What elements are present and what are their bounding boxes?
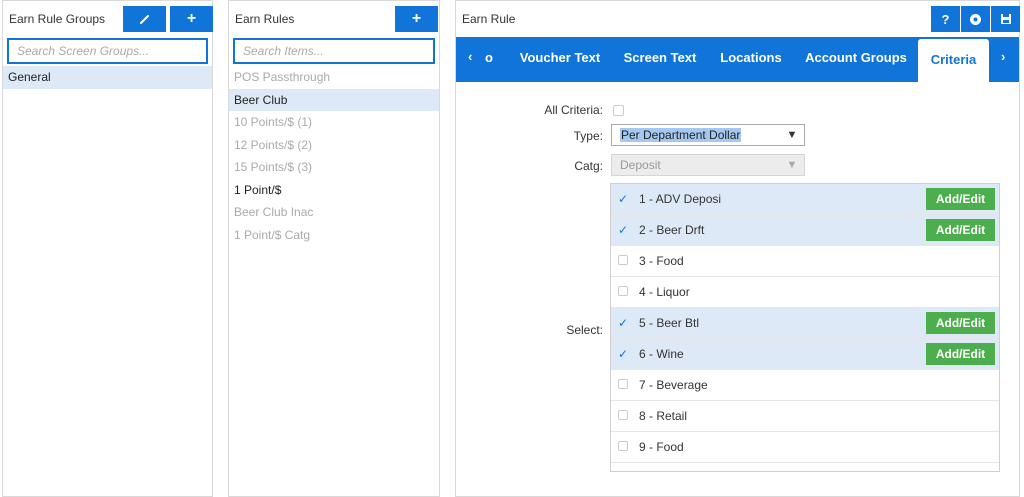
all-criteria-checkbox[interactable] bbox=[613, 105, 624, 116]
tab-scroll-left-button[interactable]: ‹ bbox=[468, 37, 472, 82]
save-icon bbox=[1000, 14, 1011, 24]
tab-account-groups[interactable]: Account Groups bbox=[800, 37, 912, 82]
criteria-select-list[interactable]: ✓ 1 - ADV Deposi Add/Edit ✓ 2 - Beer Drft Add… bbox=[610, 183, 1000, 472]
rules-panel-header: Earn Rules + bbox=[229, 1, 439, 35]
help-icon: ? bbox=[941, 11, 950, 27]
rule-list-item[interactable]: Beer Club Inac bbox=[229, 201, 439, 224]
tab-screen-text[interactable]: Screen Text bbox=[616, 37, 704, 82]
criteria-checkbox[interactable] bbox=[618, 379, 628, 389]
rules-list: POS Passthrough Beer Club 10 Points/$ (1) 1… bbox=[229, 66, 439, 246]
criteria-row[interactable]: 9 - Food bbox=[611, 432, 999, 463]
tab-criteria[interactable]: Criteria bbox=[918, 39, 989, 82]
criteria-row-label: 2 - Beer Drft bbox=[639, 223, 705, 237]
criteria-row-label: 5 - Beer Btl bbox=[639, 316, 700, 330]
rules-panel-title: Earn Rules bbox=[235, 12, 295, 26]
criteria-row[interactable]: ✓ 5 - Beer Btl Add/Edit bbox=[611, 308, 999, 339]
add-edit-button[interactable]: Add/Edit bbox=[926, 343, 995, 365]
criteria-row[interactable]: 7 - Beverage bbox=[611, 370, 999, 401]
rule-list-item[interactable]: 1 Point/$ bbox=[229, 179, 439, 202]
checkmark-icon[interactable]: ✓ bbox=[618, 224, 630, 236]
group-list-item[interactable]: General bbox=[3, 66, 212, 89]
checkmark-icon[interactable]: ✓ bbox=[618, 348, 630, 360]
criteria-checkbox[interactable] bbox=[618, 255, 628, 265]
checkmark-icon[interactable]: ✓ bbox=[618, 317, 630, 329]
add-rule-button[interactable]: + bbox=[395, 6, 438, 32]
tab-bar: ‹ o Voucher Text Screen Text Locations A… bbox=[456, 37, 1019, 82]
chevron-right-icon: › bbox=[1001, 49, 1006, 64]
add-edit-button[interactable]: Add/Edit bbox=[926, 312, 995, 334]
criteria-row[interactable]: ✓ 1 - ADV Deposi Add/Edit bbox=[611, 184, 999, 215]
criteria-row-label: 1 - ADV Deposi bbox=[639, 192, 722, 206]
earn-rule-groups-panel: Earn Rule Groups + General bbox=[2, 0, 213, 497]
earn-rule-title: Earn Rule bbox=[462, 12, 516, 26]
criteria-row[interactable]: ✓ 6 - Wine Add/Edit bbox=[611, 339, 999, 370]
criteria-checkbox[interactable] bbox=[618, 410, 628, 420]
earn-rule-header: Earn Rule ? bbox=[456, 1, 1020, 35]
save-disk-icon bbox=[970, 13, 981, 25]
all-criteria-label: All Criteria: bbox=[544, 103, 603, 117]
criteria-row-label: 6 - Wine bbox=[639, 347, 684, 361]
catg-select[interactable]: Deposit ▼ bbox=[611, 154, 805, 176]
checkmark-icon[interactable]: ✓ bbox=[618, 193, 630, 205]
plus-icon: + bbox=[186, 10, 197, 27]
chevron-left-icon: ‹ bbox=[468, 49, 473, 64]
criteria-row-label: 4 - Liquor bbox=[639, 285, 690, 299]
rule-list-item[interactable]: 1 Point/$ Catg bbox=[229, 224, 439, 247]
type-select-value: Per Department Dollar bbox=[620, 128, 742, 142]
save-as-button[interactable] bbox=[961, 6, 990, 32]
tab-partial[interactable]: o bbox=[482, 37, 496, 82]
criteria-row-label: 9 - Food bbox=[639, 440, 684, 454]
earn-rules-panel: Earn Rules + POS PassthroughBeer Club10 … bbox=[228, 0, 440, 497]
catg-select-value: Deposit bbox=[620, 158, 661, 172]
search-groups-input[interactable] bbox=[7, 38, 208, 64]
criteria-row[interactable]: 3 - Food bbox=[611, 246, 999, 277]
criteria-checkbox[interactable] bbox=[618, 286, 628, 296]
help-button[interactable]: ? bbox=[931, 6, 960, 32]
plus-icon: + bbox=[411, 10, 422, 27]
criteria-row[interactable]: 8 - Retail bbox=[611, 401, 999, 432]
groups-panel-header: Earn Rule Groups + bbox=[3, 1, 213, 35]
criteria-row-label: 8 - Retail bbox=[639, 409, 688, 423]
caret-down-icon: ▼ bbox=[786, 159, 798, 171]
type-select[interactable]: Per Department Dollar ▼ bbox=[611, 124, 805, 146]
save-button[interactable] bbox=[991, 6, 1020, 32]
rule-list-item[interactable]: 15 Points/$ (3) bbox=[229, 156, 439, 179]
groups-panel-title: Earn Rule Groups bbox=[9, 12, 106, 26]
select-label: Select: bbox=[566, 323, 603, 337]
criteria-row-label: 3 - Food bbox=[639, 254, 684, 268]
search-items-input[interactable] bbox=[233, 38, 435, 64]
rule-list-item[interactable]: POS Passthrough bbox=[229, 66, 439, 89]
rule-list-item[interactable]: 10 Points/$ (1) bbox=[229, 111, 439, 134]
add-group-button[interactable]: + bbox=[170, 6, 213, 32]
rule-list-item[interactable]: Beer Club bbox=[229, 88, 439, 111]
criteria-checkbox[interactable] bbox=[618, 441, 628, 451]
tab-voucher-text[interactable]: Voucher Text bbox=[514, 37, 606, 82]
criteria-row-label: 7 - Beverage bbox=[639, 378, 708, 392]
tab-scroll-right-button[interactable]: › bbox=[1001, 37, 1005, 82]
edit-group-button[interactable] bbox=[123, 6, 166, 32]
criteria-row[interactable]: ✓ 2 - Beer Drft Add/Edit bbox=[611, 215, 999, 246]
caret-down-icon: ▼ bbox=[786, 129, 798, 141]
add-edit-button[interactable]: Add/Edit bbox=[926, 188, 995, 210]
add-edit-button[interactable]: Add/Edit bbox=[926, 219, 995, 241]
pencil-icon bbox=[139, 15, 149, 24]
catg-label: Catg: bbox=[574, 159, 603, 173]
rule-list-item[interactable]: 12 Points/$ (2) bbox=[229, 134, 439, 157]
tab-locations[interactable]: Locations bbox=[714, 37, 788, 82]
groups-list: General bbox=[3, 66, 212, 89]
criteria-row[interactable]: 4 - Liquor bbox=[611, 277, 999, 308]
type-label: Type: bbox=[573, 129, 603, 143]
